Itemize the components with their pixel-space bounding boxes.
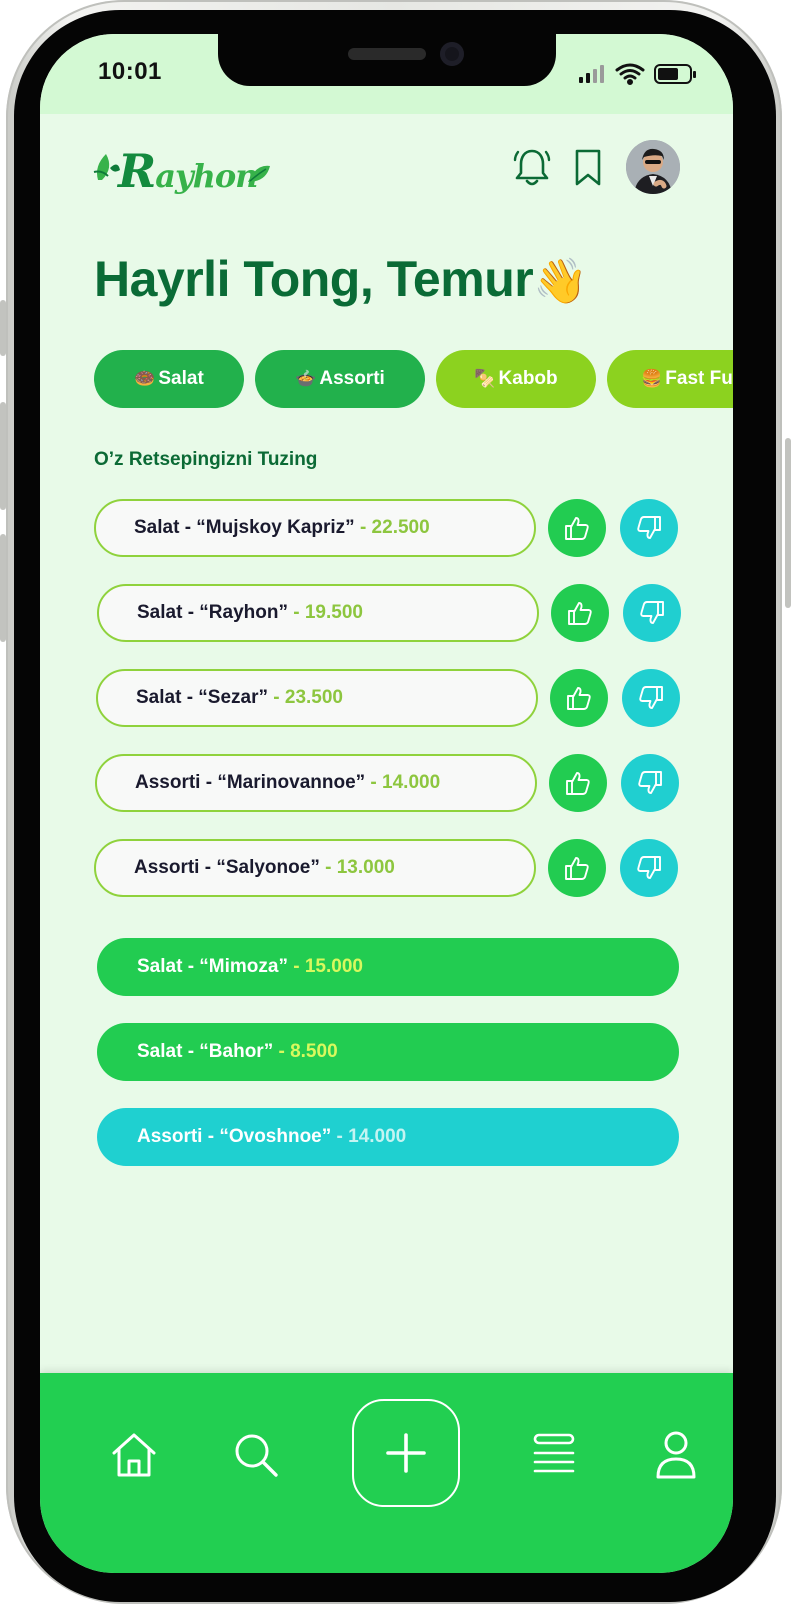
greeting-text: Hayrli Tong, Temur bbox=[94, 251, 534, 307]
mute-switch bbox=[0, 300, 6, 356]
burger-icon: 🍔 bbox=[641, 369, 663, 388]
dislike-button[interactable] bbox=[622, 669, 680, 727]
avatar[interactable] bbox=[626, 140, 680, 194]
recipe-price: - 14.000 bbox=[365, 772, 441, 793]
recipe-name: Salat - “Bahor” bbox=[137, 1041, 274, 1062]
dislike-button[interactable] bbox=[620, 839, 678, 897]
recipe-price: - 13.000 bbox=[319, 857, 395, 878]
recipe-price: - 14.000 bbox=[331, 1126, 407, 1147]
like-button[interactable] bbox=[550, 669, 608, 727]
greeting-title: Hayrli Tong, Temur👋 bbox=[94, 250, 588, 308]
app-logo: Rayhon bbox=[92, 142, 272, 198]
recipe-price: - 15.000 bbox=[287, 956, 363, 977]
selected-recipe-bar[interactable]: Assorti - “Ovoshnoe” - 14.000 bbox=[97, 1108, 679, 1166]
list-icon[interactable] bbox=[528, 1429, 580, 1481]
recipe-name: Salat - “Sezar” bbox=[136, 687, 268, 708]
logo-text: Rayhon bbox=[118, 144, 258, 198]
thumbs-up-icon bbox=[565, 517, 589, 540]
recipe-name: Salat - “Rayhon” bbox=[137, 602, 288, 623]
like-button[interactable] bbox=[548, 499, 606, 557]
add-recipe-button[interactable] bbox=[352, 1399, 460, 1507]
volume-up-button bbox=[0, 402, 6, 510]
camera-icon bbox=[440, 42, 464, 66]
chip-label: Fast Fu bbox=[665, 368, 733, 389]
category-chip-assorti[interactable]: 🍲 Assorti bbox=[255, 350, 425, 408]
chip-label: Salat bbox=[158, 368, 204, 389]
like-button[interactable] bbox=[549, 754, 607, 812]
status-time: 10:01 bbox=[98, 58, 162, 85]
thumbs-up-icon bbox=[567, 687, 591, 710]
recipe-name: Assorti - “Ovoshnoe” bbox=[137, 1126, 332, 1147]
status-icons bbox=[579, 63, 696, 85]
logo-initial: R bbox=[118, 144, 156, 198]
thumbs-down-icon bbox=[638, 771, 662, 794]
leaf-icon bbox=[248, 165, 270, 182]
thumbs-down-icon bbox=[640, 601, 664, 624]
chip-label: Kabob bbox=[498, 368, 558, 389]
chip-label: Assorti bbox=[319, 368, 385, 389]
thumbs-down-icon bbox=[637, 516, 661, 539]
power-button bbox=[785, 438, 791, 608]
bookmark-icon[interactable] bbox=[568, 146, 608, 190]
like-button[interactable] bbox=[551, 584, 609, 642]
speaker-grille bbox=[348, 48, 426, 60]
profile-photo bbox=[626, 140, 680, 194]
recipe-pill[interactable]: Salat - “Mujskoy Kapriz” - 22.500 bbox=[94, 499, 536, 557]
recipe-pill[interactable]: Assorti - “Marinovannoe” - 14.000 bbox=[95, 754, 537, 812]
bell-icon[interactable] bbox=[512, 146, 552, 190]
recipe-name: Assorti - “Marinovannoe” bbox=[135, 772, 366, 793]
dislike-button[interactable] bbox=[620, 499, 678, 557]
wave-emoji: 👋 bbox=[533, 257, 588, 306]
category-chip-kabob[interactable]: 🍢 Kabob bbox=[436, 350, 596, 408]
category-chip-fast-food[interactable]: 🍔 Fast Fu bbox=[607, 350, 733, 408]
logo-rest: ayhon bbox=[155, 157, 258, 195]
home-icon[interactable] bbox=[108, 1429, 160, 1481]
search-icon[interactable] bbox=[230, 1429, 282, 1481]
wifi-icon bbox=[615, 63, 645, 85]
selected-recipe-bar[interactable]: Salat - “Mimoza” - 15.000 bbox=[97, 938, 679, 996]
donut-icon: 🍩 bbox=[134, 369, 156, 388]
skewer-icon: 🍢 bbox=[474, 369, 496, 388]
user-icon[interactable] bbox=[650, 1429, 702, 1481]
recipe-pill[interactable]: Salat - “Rayhon” - 19.500 bbox=[97, 584, 539, 642]
recipe-name: Assorti - “Salyonoe” bbox=[134, 857, 320, 878]
thumbs-up-icon bbox=[566, 772, 590, 795]
bottom-nav bbox=[40, 1373, 733, 1573]
thumbs-down-icon bbox=[639, 686, 663, 709]
recipe-name: Salat - “Mujskoy Kapriz” bbox=[134, 517, 355, 538]
signal-icon bbox=[579, 65, 604, 83]
thumbs-down-icon bbox=[637, 856, 661, 879]
recipe-pill[interactable]: Salat - “Sezar” - 23.500 bbox=[96, 669, 538, 727]
category-chip-salat[interactable]: 🍩 Salat bbox=[94, 350, 244, 408]
dislike-button[interactable] bbox=[623, 584, 681, 642]
dislike-button[interactable] bbox=[621, 754, 679, 812]
recipe-price: - 19.500 bbox=[287, 602, 363, 623]
notch bbox=[218, 34, 556, 86]
battery-icon bbox=[654, 64, 696, 84]
recipe-pill[interactable]: Assorti - “Salyonoe” - 13.000 bbox=[94, 839, 536, 897]
stew-icon: 🍲 bbox=[295, 369, 317, 388]
recipe-price: - 23.500 bbox=[268, 687, 343, 708]
like-button[interactable] bbox=[548, 839, 606, 897]
section-title: O’z Retsepingizni Tuzing bbox=[94, 449, 318, 470]
volume-down-button bbox=[0, 534, 6, 642]
selected-recipe-bar[interactable]: Salat - “Bahor” - 8.500 bbox=[97, 1023, 679, 1081]
thumbs-up-icon bbox=[565, 857, 589, 880]
recipe-price: - 22.500 bbox=[354, 517, 430, 538]
recipe-name: Salat - “Mimoza” bbox=[137, 956, 288, 977]
thumbs-up-icon bbox=[568, 602, 592, 625]
app-screen: 10:01 Rayhon Hayrli Tong, Temur👋 🍩 Salat… bbox=[40, 34, 733, 1573]
recipe-price: - 8.500 bbox=[273, 1041, 338, 1062]
plus-icon bbox=[386, 1433, 426, 1473]
